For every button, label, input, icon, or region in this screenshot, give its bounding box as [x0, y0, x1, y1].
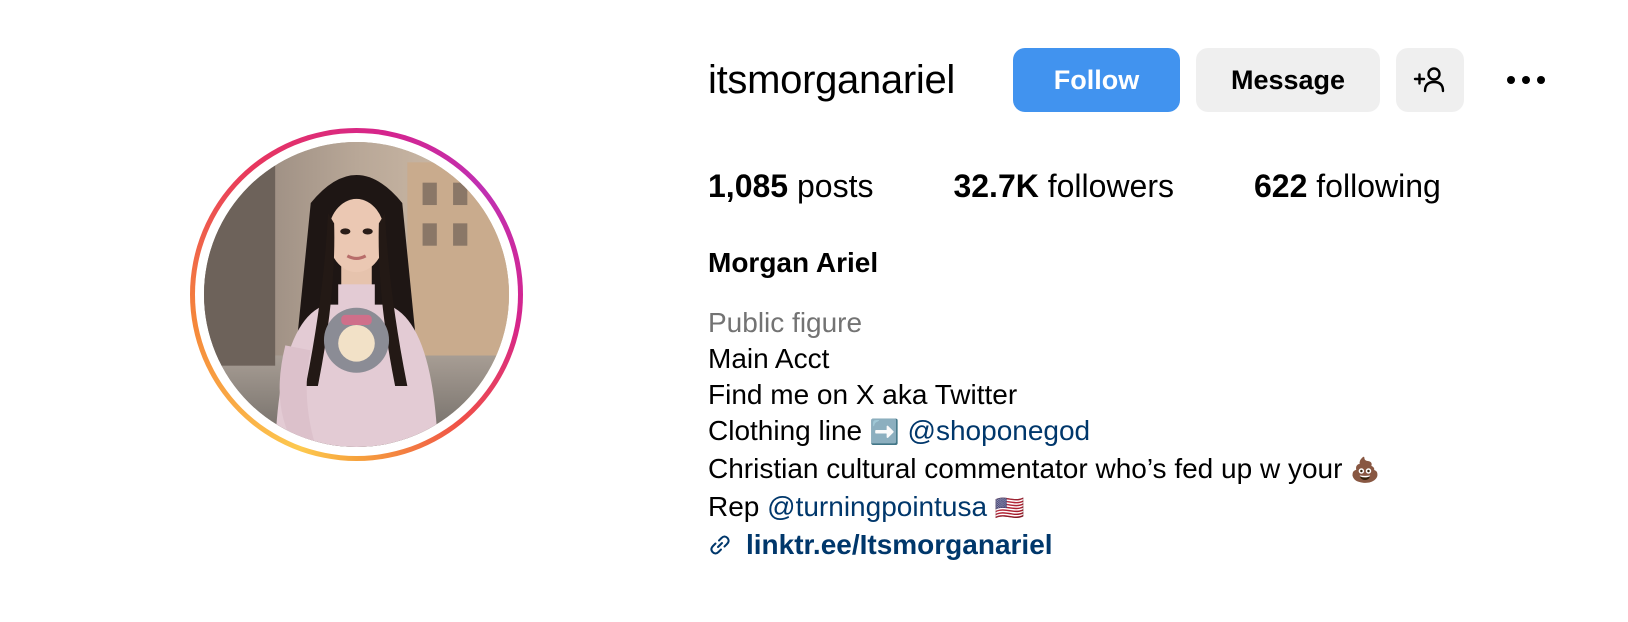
- dot: [1537, 76, 1546, 84]
- followers-count: 32.7K: [953, 168, 1039, 204]
- poop-emoji: 💩: [1350, 457, 1381, 484]
- add-user-button[interactable]: [1396, 48, 1465, 112]
- category-label: Public figure: [708, 307, 863, 338]
- bio-text: Clothing line: [708, 415, 870, 446]
- bio-line: Christian cultural commentator who’s fed…: [708, 451, 1380, 489]
- posts-stat: 1,085 posts: [708, 168, 873, 205]
- following-count: 622: [1254, 168, 1308, 204]
- add-person-icon: [1413, 67, 1445, 93]
- bio: Public figure Main Acct Find me on X aka…: [708, 305, 1380, 563]
- bio-line: Rep @turningpointusa 🇺🇸: [708, 489, 1380, 527]
- bio-line: Clothing line ➡️ @shoponegod: [708, 413, 1380, 451]
- more-options-icon[interactable]: [1502, 56, 1550, 104]
- story-ring[interactable]: [190, 128, 523, 461]
- followers-label: followers: [1038, 168, 1174, 204]
- arrow-emoji: ➡️: [869, 419, 900, 446]
- posts-label: posts: [788, 168, 874, 204]
- bio-external-link[interactable]: linktr.ee/Itsmorganariel: [708, 527, 1380, 563]
- bio-line: Main Acct: [708, 343, 830, 374]
- link-icon: [710, 535, 730, 555]
- mention-shoponegod[interactable]: @shoponegod: [908, 415, 1091, 446]
- avatar[interactable]: [204, 142, 509, 447]
- profile-stats: 1,085 posts 32.7K followers 622 followin…: [708, 168, 1441, 205]
- following-stat[interactable]: 622 following: [1254, 168, 1441, 205]
- bio-text: Rep: [708, 491, 768, 522]
- follow-button[interactable]: Follow: [1013, 48, 1181, 112]
- followers-stat[interactable]: 32.7K followers: [953, 168, 1174, 205]
- avatar-gap: [195, 133, 518, 456]
- profile-photo: [204, 142, 509, 447]
- posts-count: 1,085: [708, 168, 789, 204]
- dot: [1507, 76, 1516, 84]
- username: itsmorganariel: [708, 57, 956, 102]
- bio-line: Find me on X aka Twitter: [708, 379, 1018, 410]
- profile-header: itsmorganariel Follow Message: [708, 48, 1550, 112]
- link-text[interactable]: linktr.ee/Itsmorganariel: [746, 527, 1053, 563]
- bio-text: Christian cultural commentator who’s fed…: [708, 453, 1351, 484]
- display-name: Morgan Ariel: [708, 247, 879, 278]
- following-label: following: [1307, 168, 1441, 204]
- message-button[interactable]: Message: [1196, 48, 1381, 112]
- us-flag-emoji: 🇺🇸: [994, 495, 1025, 522]
- mention-turningpointusa[interactable]: @turningpointusa: [767, 491, 987, 522]
- dot: [1522, 76, 1531, 84]
